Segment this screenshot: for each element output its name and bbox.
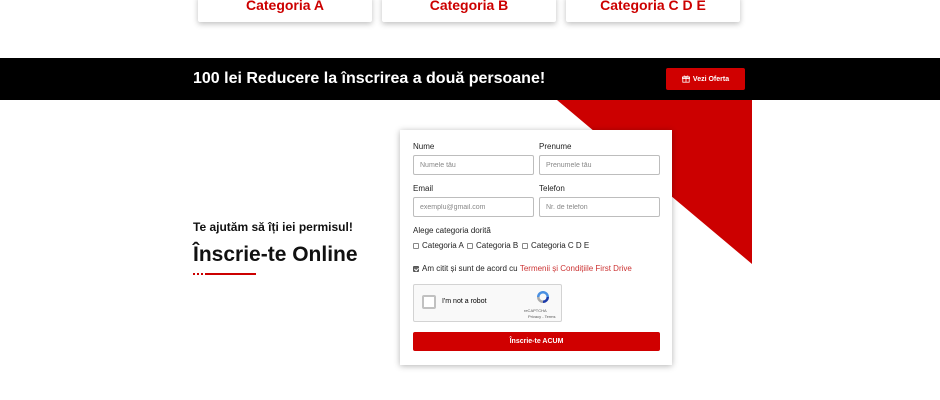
title-underline — [193, 273, 256, 275]
category-card-a[interactable]: Categoria A — [198, 0, 372, 22]
category-option-b[interactable]: Categoria B — [467, 241, 518, 250]
submit-button[interactable]: Înscrie-te ACUM — [413, 332, 660, 351]
terms-text: Am citit și sunt de acord cu — [422, 264, 518, 273]
terms-agreement[interactable]: Am citit și sunt de acord cu Termenii și… — [413, 264, 632, 273]
prenume-label: Prenume — [539, 142, 572, 151]
gift-icon — [681, 75, 690, 83]
category-card-label: Categoria B — [429, 0, 509, 13]
category-card-label: Categoria C D E — [600, 0, 706, 13]
checkbox[interactable] — [413, 242, 419, 249]
recaptcha-checkbox[interactable] — [422, 295, 436, 309]
nume-label: Nume — [413, 142, 435, 151]
checkbox[interactable] — [467, 242, 473, 249]
recaptcha-widget: I'm not a robot reCAPTCHA Privacy - Term… — [413, 284, 562, 322]
email-input[interactable] — [413, 197, 534, 217]
view-offer-label: Vezi Oferta — [692, 75, 730, 83]
telefon-label: Telefon — [539, 184, 565, 193]
email-label: Email — [413, 184, 434, 193]
category-option-a[interactable]: Categoria A — [413, 241, 464, 250]
telefon-input[interactable] — [539, 197, 660, 217]
hero-subtitle: Te ajutăm să îți iei permisul! — [193, 220, 353, 234]
category-card-cde[interactable]: Categoria C D E — [566, 0, 740, 22]
category-card-label: Categoria A — [245, 0, 325, 13]
recaptcha-logo-icon — [537, 291, 549, 303]
checkbox[interactable] — [522, 242, 528, 249]
category-card-b[interactable]: Categoria B — [382, 0, 556, 22]
page-title: Înscrie-te Online — [193, 243, 358, 266]
promo-text: 100 lei Reducere la înscrirea a două per… — [193, 70, 546, 87]
terms-link[interactable]: Termenii și Condițiile First Drive — [520, 264, 632, 273]
promo-bar: 100 lei Reducere la înscrirea a două per… — [0, 58, 940, 100]
prenume-input[interactable] — [539, 155, 660, 175]
nume-input[interactable] — [413, 155, 534, 175]
view-offer-button[interactable]: Vezi Oferta — [666, 68, 745, 90]
recaptcha-links[interactable]: Privacy - Terms — [528, 314, 555, 319]
registration-form: Nume Prenume Email Telefon Alege categor… — [400, 130, 672, 365]
terms-checkbox[interactable] — [413, 265, 419, 272]
recaptcha-brand: reCAPTCHA — [524, 308, 547, 313]
category-choice-label: Alege categoria dorită — [413, 226, 491, 235]
recaptcha-label: I'm not a robot — [442, 298, 487, 305]
category-option-cde[interactable]: Categoria C D E — [522, 241, 589, 250]
